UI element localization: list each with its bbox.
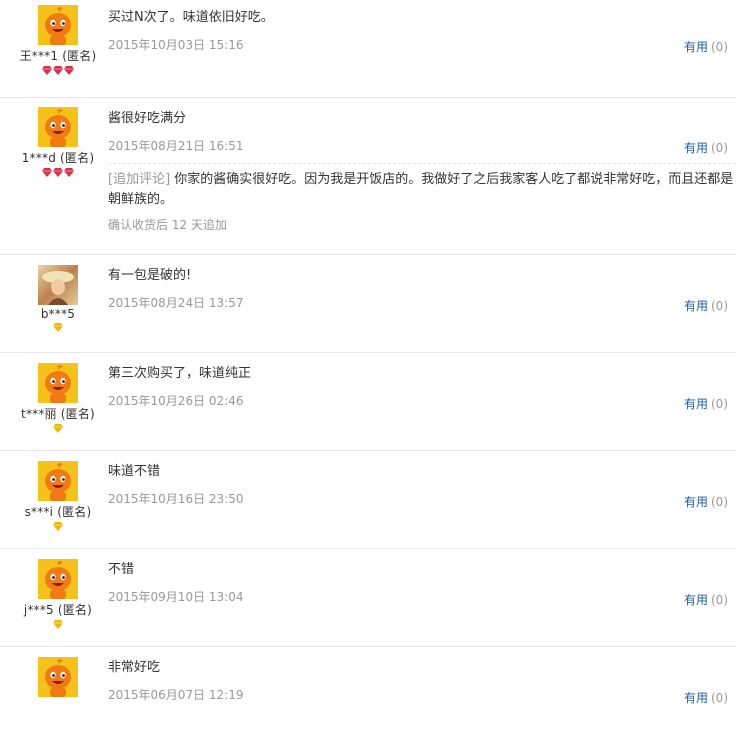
review-date: 2015年06月07日 12:19 — [108, 688, 244, 702]
useful-count: (0) — [711, 299, 728, 313]
review-item: b***5 有一包是破的! 2015年08月24日 13:57 有用 (0) — [0, 255, 736, 353]
reviewer: b***5 — [0, 265, 116, 335]
append-review: [追加评论] 你家的酱确实很好吃。因为我是开饭店的。我做好了之后我家客人吃了都说… — [108, 163, 736, 210]
red-diamond-icon — [42, 168, 52, 177]
red-diamond-icon — [64, 66, 74, 75]
buyer-rank — [0, 66, 116, 78]
review-date: 2015年08月24日 13:57 — [108, 296, 244, 310]
reviewer-name: 1***d (匿名) — [21, 151, 95, 165]
yellow-diamond-icon — [53, 620, 63, 629]
reviewer-name: b***5 — [40, 307, 76, 321]
buyer-rank — [0, 620, 116, 632]
useful-button[interactable]: 有用 (0) — [684, 591, 728, 608]
useful-count: (0) — [711, 495, 728, 509]
review-content: 第三次购买了，味道纯正 2015年10月26日 02:46 — [108, 364, 736, 410]
review-date: 2015年10月03日 15:16 — [108, 38, 244, 52]
review-item: j***5 (匿名) 不错 2015年09月10日 13:04 有用 (0) — [0, 549, 736, 647]
reviewer: j***5 (匿名) — [0, 559, 116, 632]
mascot-avatar-icon — [38, 461, 78, 501]
append-note: 确认收货后 12 天追加 — [108, 218, 227, 232]
append-tag: [追加评论] — [108, 172, 171, 187]
reviewer: 1***d (匿名) — [0, 107, 116, 180]
mascot-avatar-icon — [38, 107, 78, 147]
mascot-avatar-icon — [38, 657, 78, 697]
review-item: t***丽 (匿名) 第三次购买了，味道纯正 2015年10月26日 02:46… — [0, 353, 736, 451]
review-content: 非常好吃 2015年06月07日 12:19 — [108, 658, 736, 704]
reviewer-name: t***丽 (匿名) — [21, 407, 95, 421]
reviewer: s***i (匿名) — [0, 461, 116, 534]
reviewer: 王***1 (匿名) — [0, 5, 116, 78]
review-date: 2015年08月21日 16:51 — [108, 139, 244, 153]
useful-label[interactable]: 有用 — [684, 299, 708, 313]
review-content: 有一包是破的! 2015年08月24日 13:57 — [108, 266, 736, 312]
review-list: 王***1 (匿名) 买过N次了。味道依旧好吃。 2015年10月03日 15:… — [0, 0, 736, 744]
buyer-rank — [0, 168, 116, 180]
reviewer: t***丽 (匿名) — [0, 363, 116, 436]
review-text: 买过N次了。味道依旧好吃。 — [108, 10, 274, 25]
review-item: 1***d (匿名) 酱很好吃满分 2015年08月21日 16:51 [追加评… — [0, 98, 736, 255]
buyer-rank — [0, 522, 116, 534]
useful-label[interactable]: 有用 — [684, 495, 708, 509]
review-date: 2015年10月26日 02:46 — [108, 394, 244, 408]
useful-count: (0) — [711, 691, 728, 705]
useful-count: (0) — [711, 593, 728, 607]
buyer-rank — [0, 424, 116, 436]
useful-label[interactable]: 有用 — [684, 141, 708, 155]
user-photo-avatar — [38, 265, 78, 305]
useful-button[interactable]: 有用 (0) — [684, 297, 728, 314]
useful-count: (0) — [711, 40, 728, 54]
review-content: 酱很好吃满分 2015年08月21日 16:51 [追加评论] 你家的酱确实很好… — [108, 109, 736, 233]
useful-label[interactable]: 有用 — [684, 691, 708, 705]
append-text: 你家的酱确实很好吃。因为我是开饭店的。我做好了之后我家客人吃了都说非常好吃，而且… — [108, 172, 734, 207]
useful-label[interactable]: 有用 — [684, 40, 708, 54]
useful-button[interactable]: 有用 (0) — [684, 689, 728, 706]
mascot-avatar-icon — [38, 559, 78, 599]
review-date: 2015年10月16日 23:50 — [108, 492, 244, 506]
mascot-avatar-icon — [38, 5, 78, 45]
red-diamond-icon — [64, 168, 74, 177]
red-diamond-icon — [53, 168, 63, 177]
reviewer-name: j***5 (匿名) — [23, 603, 93, 617]
review-content: 买过N次了。味道依旧好吃。 2015年10月03日 15:16 — [108, 8, 736, 54]
yellow-diamond-icon — [53, 522, 63, 531]
useful-button[interactable]: 有用 (0) — [684, 493, 728, 510]
useful-count: (0) — [711, 397, 728, 411]
useful-button[interactable]: 有用 (0) — [684, 395, 728, 412]
yellow-diamond-icon — [53, 424, 63, 433]
useful-button[interactable]: 有用 (0) — [684, 38, 728, 55]
reviewer-name: s***i (匿名) — [24, 505, 92, 519]
mascot-avatar-icon — [38, 363, 78, 403]
review-text: 非常好吃 — [108, 660, 161, 675]
review-text: 酱很好吃满分 — [108, 111, 187, 126]
buyer-rank — [0, 323, 116, 335]
review-content: 味道不错 2015年10月16日 23:50 — [108, 462, 736, 508]
reviewer — [0, 657, 116, 697]
review-text: 味道不错 — [108, 464, 161, 479]
red-diamond-icon — [53, 66, 63, 75]
review-content: 不错 2015年09月10日 13:04 — [108, 560, 736, 606]
review-text: 第三次购买了，味道纯正 — [108, 366, 252, 381]
red-diamond-icon — [42, 66, 52, 75]
useful-label[interactable]: 有用 — [684, 593, 708, 607]
review-text: 有一包是破的! — [108, 268, 192, 283]
review-text: 不错 — [108, 562, 135, 577]
yellow-diamond-icon — [53, 323, 63, 332]
review-item: 王***1 (匿名) 买过N次了。味道依旧好吃。 2015年10月03日 15:… — [0, 0, 736, 98]
useful-button[interactable]: 有用 (0) — [684, 139, 728, 156]
useful-count: (0) — [711, 141, 728, 155]
review-date: 2015年09月10日 13:04 — [108, 590, 244, 604]
useful-label[interactable]: 有用 — [684, 397, 708, 411]
review-item: 非常好吃 2015年06月07日 12:19 有用 (0) — [0, 647, 736, 744]
review-item: s***i (匿名) 味道不错 2015年10月16日 23:50 有用 (0) — [0, 451, 736, 549]
reviewer-name: 王***1 (匿名) — [19, 49, 97, 63]
